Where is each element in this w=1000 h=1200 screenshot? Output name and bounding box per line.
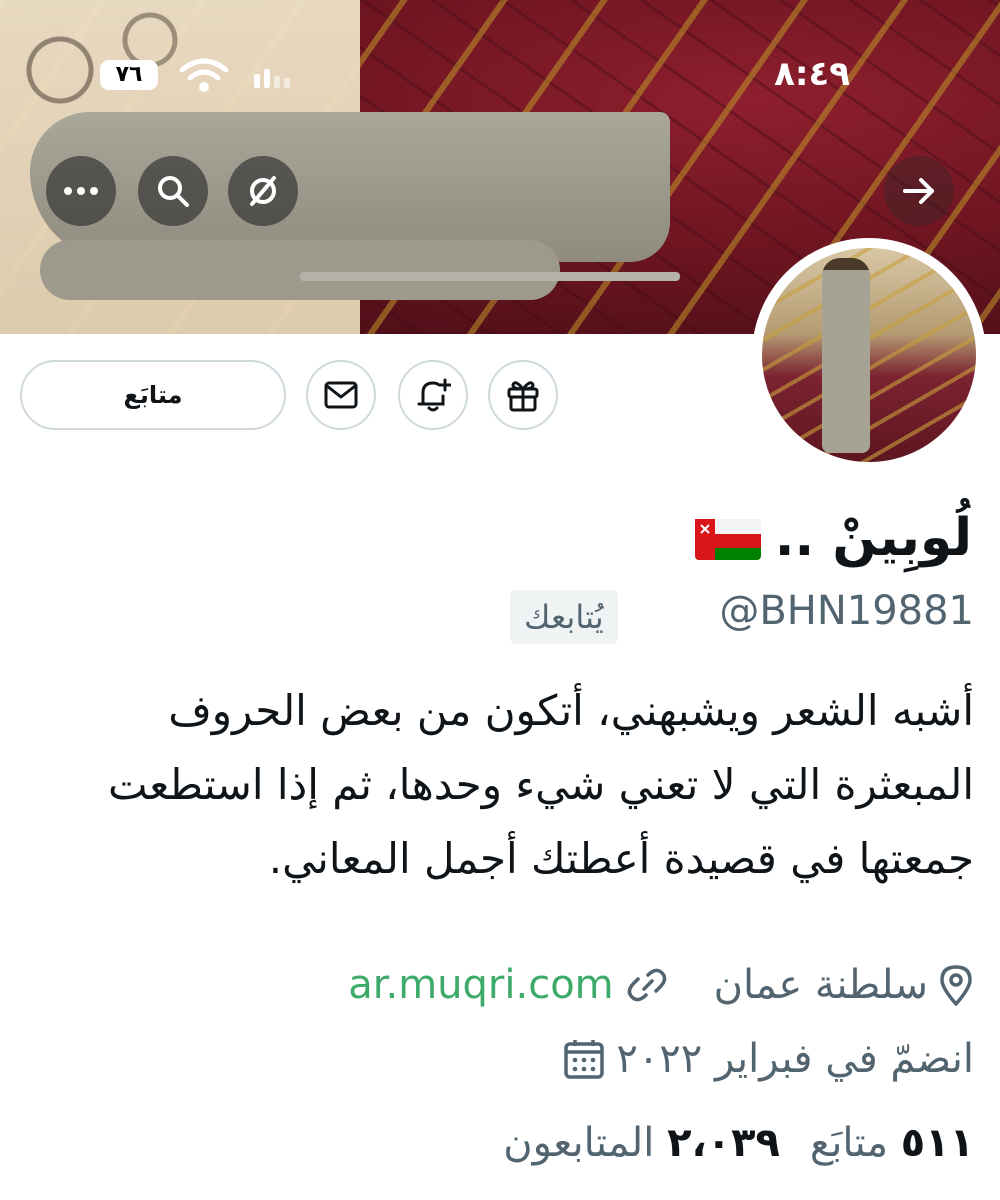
forward-button[interactable] xyxy=(884,156,954,226)
following-stat[interactable]: ٥١١ متابَع xyxy=(810,1120,974,1166)
follow-stats: ٥١١ متابَع ٢،٠٣٩ المتابعون xyxy=(503,1120,974,1166)
notifications-button[interactable] xyxy=(398,360,468,430)
following-label: متابَع xyxy=(809,1120,889,1166)
banner-figure-lower xyxy=(40,240,560,300)
banner-cane xyxy=(300,272,680,281)
signal-icon xyxy=(254,69,290,88)
website[interactable]: ar.muqri.com xyxy=(348,962,669,1008)
profile-meta-row: سلطنة عمان ar.muqri.com xyxy=(304,962,974,1008)
following-button[interactable]: متابَع xyxy=(20,360,286,430)
search-button[interactable] xyxy=(138,156,208,226)
joined-text: انضمّ في فبراير ٢٠٢٢ xyxy=(616,1036,974,1082)
website-link[interactable]: ar.muqri.com xyxy=(348,962,613,1008)
arrow-right-icon xyxy=(903,178,934,204)
notification-add-icon xyxy=(417,378,451,412)
following-count: ٥١١ xyxy=(900,1120,974,1166)
wifi-icon xyxy=(179,58,229,92)
grok-icon xyxy=(250,176,276,206)
display-name: لُوبِينْ .. xyxy=(774,508,972,568)
location-pin-icon xyxy=(940,965,972,1006)
status-time: ٨:٤٩ xyxy=(774,54,850,94)
location-text: سلطنة عمان xyxy=(713,962,928,1008)
battery-icon: ٧٦ xyxy=(100,60,158,90)
gift-button[interactable] xyxy=(488,360,558,430)
profile-bio: أشبه الشعر ويشبهني، أتكون من بعض الحروف … xyxy=(108,686,974,883)
search-icon xyxy=(158,176,189,207)
joined-date: انضمّ في فبراير ٢٠٢٢ xyxy=(562,1036,974,1082)
calendar-icon xyxy=(564,1040,605,1079)
gift-icon xyxy=(507,381,539,412)
display-name-row: لُوبِينْ .. xyxy=(694,508,972,568)
follows-you-badge: يُتابعك xyxy=(510,590,618,644)
followers-label: المتابعون xyxy=(503,1120,655,1166)
user-handle: @BHN19881 xyxy=(719,588,974,634)
more-button[interactable] xyxy=(46,156,116,226)
avatar[interactable] xyxy=(752,238,986,472)
followers-stat[interactable]: ٢،٠٣٩ المتابعون xyxy=(503,1120,780,1166)
link-icon xyxy=(627,968,666,1002)
followers-count: ٢،٠٣٩ xyxy=(667,1120,780,1166)
more-icon xyxy=(64,187,98,195)
location: سلطنة عمان xyxy=(714,962,974,1008)
oman-flag-icon xyxy=(694,516,761,560)
joined-row: انضمّ في فبراير ٢٠٢٢ xyxy=(518,1036,974,1082)
message-button[interactable] xyxy=(306,360,376,430)
grok-button[interactable] xyxy=(228,156,298,226)
avatar-image xyxy=(762,248,976,462)
message-icon xyxy=(324,381,358,409)
avatar-figure xyxy=(822,258,870,453)
